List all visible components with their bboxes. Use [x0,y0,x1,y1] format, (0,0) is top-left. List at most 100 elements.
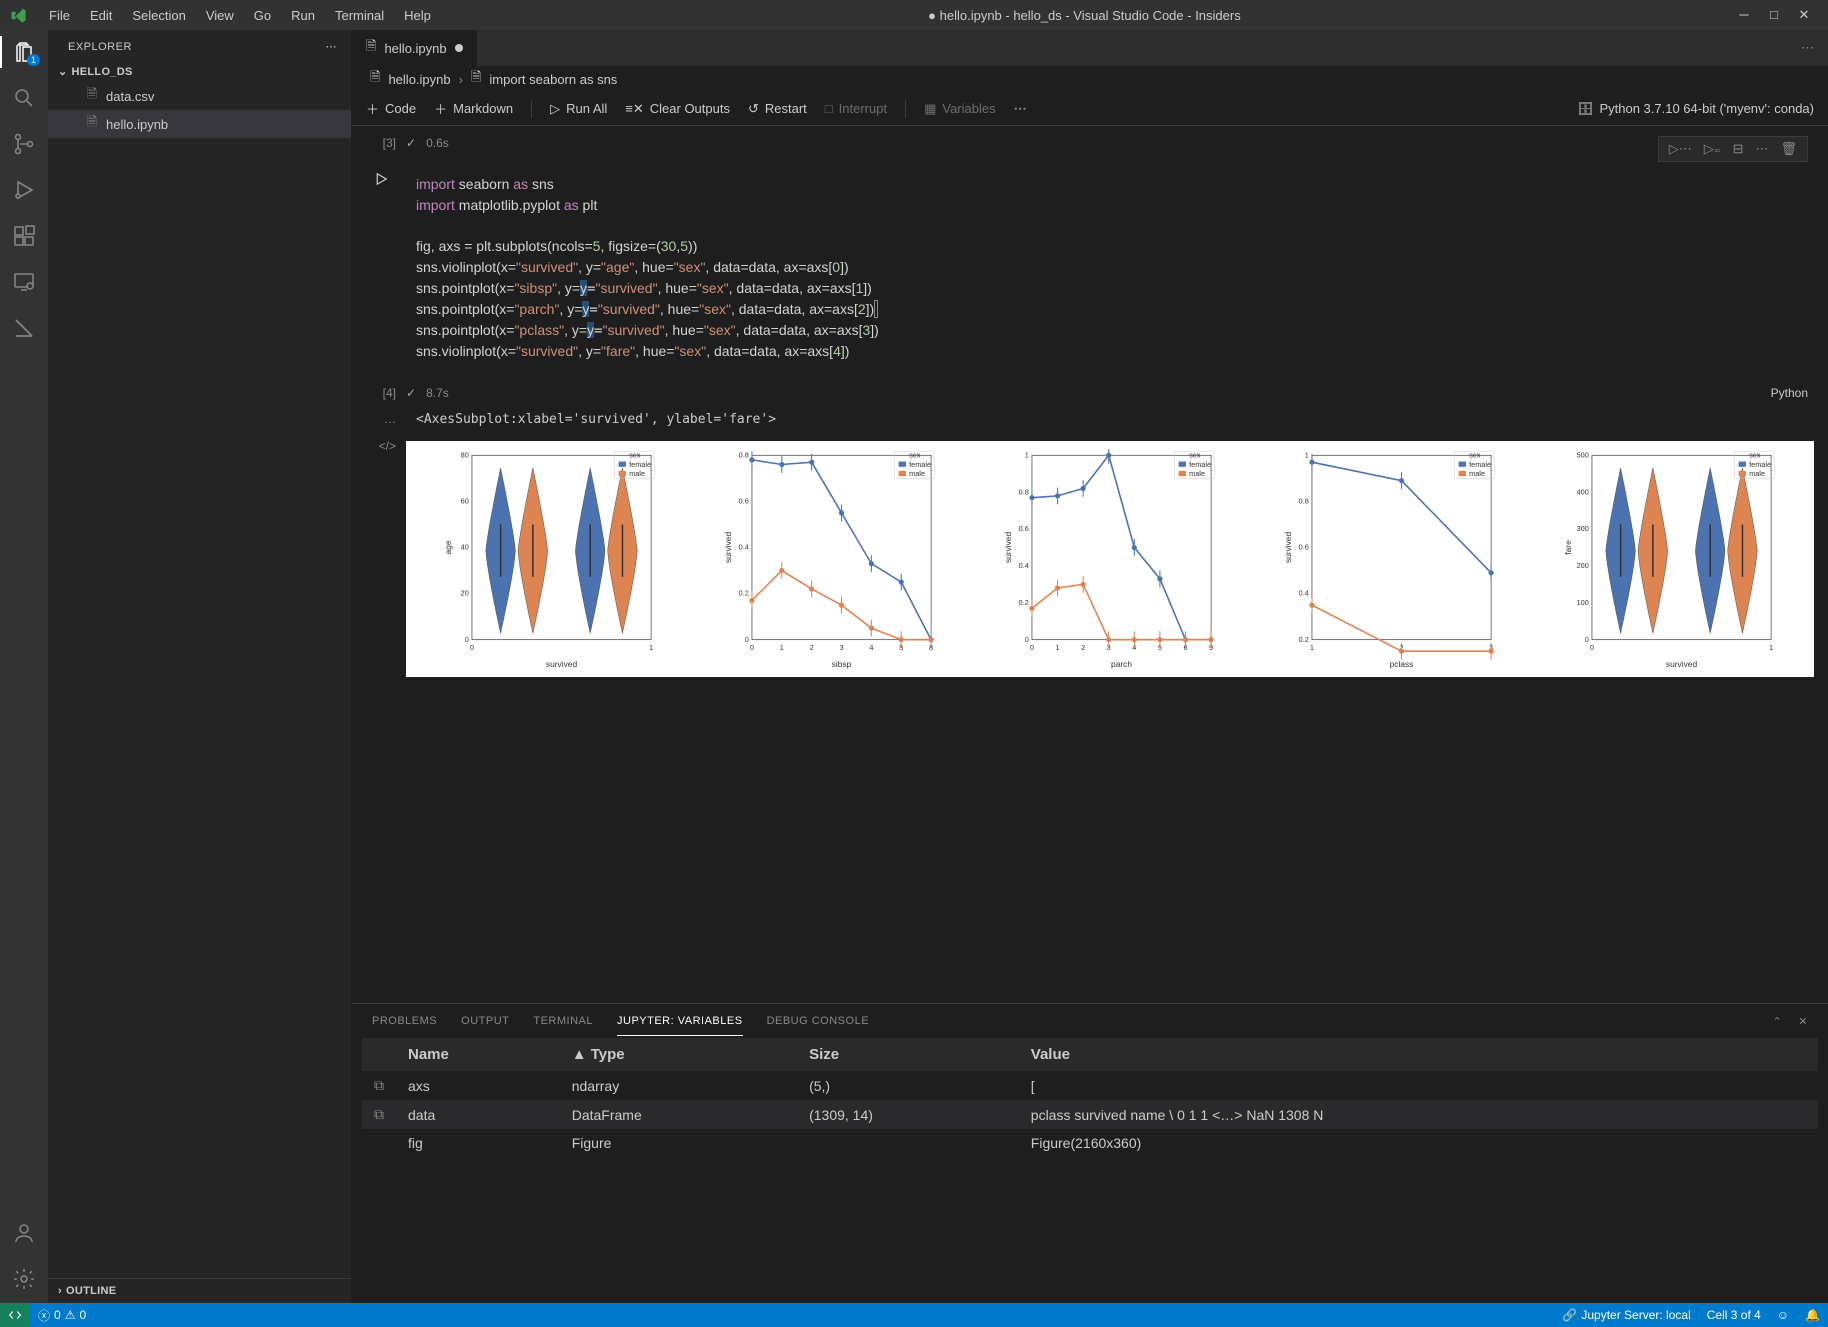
table-row[interactable]: ⧉ axs ndarray (5,) [ [362,1071,1818,1100]
menu-selection[interactable]: Selection [124,4,193,27]
toolbar-more-icon[interactable]: ⋯ [1014,101,1029,117]
clear-outputs-button[interactable]: ≡✕Clear Outputs [625,101,730,117]
notebook-toolbar: ＋Code ＋Markdown ▷Run All ≡✕Clear Outputs… [352,92,1828,126]
panel-tab-terminal[interactable]: TERMINAL [533,1007,593,1035]
settings-gear-icon[interactable] [12,1267,36,1291]
svg-text:3: 3 [839,643,843,652]
panel-tab-output[interactable]: OUTPUT [461,1007,509,1035]
menu-bar: File Edit Selection View Go Run Terminal… [41,4,439,27]
panel-collapse-icon[interactable]: ⌃ [1773,1007,1783,1036]
add-code-button[interactable]: ＋Code [366,99,416,118]
file-item-hello-ipynb[interactable]: 🗎 hello.ipynb [48,110,351,138]
menu-go[interactable]: Go [246,4,279,27]
jupyter-server-status[interactable]: 🔗Jupyter Server: local [1554,1308,1698,1322]
folder-header[interactable]: ⌄ HELLO_DS [48,61,351,82]
popout-icon[interactable]: ⧉ [362,1071,396,1100]
panel-close-icon[interactable]: ✕ [1798,1007,1808,1036]
split-cell-icon[interactable]: ⊟ [1733,141,1744,157]
menu-file[interactable]: File [41,4,78,27]
svg-text:female: female [1469,460,1491,469]
code-editor[interactable]: import seaborn as sns import matplotlib.… [406,158,1814,378]
menu-view[interactable]: View [198,4,242,27]
maximize-icon[interactable]: □ [1768,7,1780,23]
svg-text:80: 80 [461,450,469,459]
remote-explorer-icon[interactable] [12,270,36,294]
run-cell-button[interactable] [372,170,390,188]
svg-text:sibsp: sibsp [832,659,852,669]
svg-text:0.6: 0.6 [1019,524,1029,533]
delete-cell-icon[interactable]: 🗑 [1780,141,1797,157]
run-by-line-icon[interactable]: ▷₌ [1704,141,1721,157]
table-row[interactable]: fig Figure Figure(2160x360) [362,1129,1818,1157]
panel-tab-problems[interactable]: PROBLEMS [372,1007,437,1035]
search-icon[interactable] [12,86,36,110]
col-type[interactable]: ▲ Type [560,1038,797,1071]
explorer-icon[interactable]: 1 [12,40,36,64]
notebook-body[interactable]: [3] ✓ 0.6s Python ▷⋯ ▷₌ ⊟ [352,126,1828,1003]
svg-text:female: female [629,460,651,469]
restart-button[interactable]: ↺Restart [748,101,807,117]
feedback-icon[interactable]: ☺ [1769,1308,1797,1322]
minimize-icon[interactable]: ─ [1738,7,1750,23]
outline-header[interactable]: › OUTLINE [48,1278,351,1303]
run-cell-icon[interactable]: ▷⋯ [1669,141,1692,157]
svg-text:2: 2 [1081,643,1085,652]
panel-tab-debug-console[interactable]: DEBUG CONSOLE [767,1007,869,1035]
menu-run[interactable]: Run [283,4,323,27]
error-icon: ⓧ [38,1307,50,1324]
svg-text:0.8: 0.8 [1299,496,1309,505]
remote-indicator[interactable] [0,1303,30,1327]
warning-icon: ⚠ [65,1308,76,1322]
table-row[interactable]: ⧉ data DataFrame (1309, 14) pclass survi… [362,1100,1818,1129]
check-icon: ✓ [406,136,416,150]
run-all-button[interactable]: ▷Run All [550,101,607,117]
col-size[interactable]: Size [797,1038,1019,1071]
col-value[interactable]: Value [1019,1038,1818,1071]
cell-output-figure: </> 02040608001survivedagesexfemalemale0… [352,433,1828,679]
cell-more-icon[interactable]: ⋯ [1755,141,1768,157]
run-debug-icon[interactable] [12,178,36,202]
add-markdown-button[interactable]: ＋Markdown [434,99,513,118]
tab-hello-ipynb[interactable]: 🗎 hello.ipynb [352,30,478,66]
svg-text:female: female [1749,460,1771,469]
svg-text:male: male [909,469,925,478]
cell-lang[interactable]: Python [1771,386,1814,400]
menu-help[interactable]: Help [396,4,439,27]
breadcrumb-symbol[interactable]: import seaborn as sns [489,72,617,87]
breadcrumb[interactable]: 🗎 hello.ipynb › 🗎 import seaborn as sns [352,66,1828,92]
interrupt-button[interactable]: □Interrupt [825,101,887,116]
cell-output-text: … <AxesSubplot:xlabel='survived', ylabel… [352,406,1828,433]
svg-text:survived: survived [723,532,733,564]
variables-button[interactable]: ▦Variables [924,101,996,117]
tab-more-icon[interactable]: ⋯ [1801,40,1814,56]
notebook-icon: 🗎 [366,37,376,59]
source-control-icon[interactable] [12,132,36,156]
notifications-icon[interactable]: 🔔 [1797,1308,1828,1322]
sidebar-more-icon[interactable]: ⋯ [326,40,338,53]
svg-text:0: 0 [1585,635,1589,644]
jupyter-icon[interactable] [12,316,36,340]
file-icon: 🗎 [370,68,380,90]
menu-terminal[interactable]: Terminal [327,4,392,27]
svg-text:age: age [443,540,453,554]
dirty-dot-icon [455,44,463,52]
panel-tab-jupyter-variables[interactable]: JUPYTER: VARIABLES [617,1007,743,1036]
close-icon[interactable]: ✕ [1798,7,1810,23]
problems-status[interactable]: ⓧ0 ⚠0 [30,1303,94,1327]
menu-edit[interactable]: Edit [82,4,120,27]
outline-label: OUTLINE [66,1285,116,1297]
breadcrumb-file[interactable]: hello.ipynb [388,72,450,87]
svg-text:male: male [629,469,645,478]
col-name[interactable]: Name [396,1038,560,1071]
accounts-icon[interactable] [12,1221,36,1245]
file-item-data-csv[interactable]: 🗎 data.csv [48,82,351,110]
svg-text:0: 0 [1025,635,1029,644]
popout-icon[interactable]: ⧉ [362,1100,396,1129]
cell-position-status[interactable]: Cell 3 of 4 [1699,1308,1769,1322]
window-controls: ─ □ ✕ [1730,7,1818,23]
extensions-icon[interactable] [12,224,36,248]
link-icon: 🔗 [1562,1308,1577,1322]
kernel-selector[interactable]: 🗄 Python 3.7.10 64-bit ('myenv': conda) [1577,101,1814,117]
svg-text:sex: sex [1469,450,1481,459]
output-gutter: … [366,408,406,426]
